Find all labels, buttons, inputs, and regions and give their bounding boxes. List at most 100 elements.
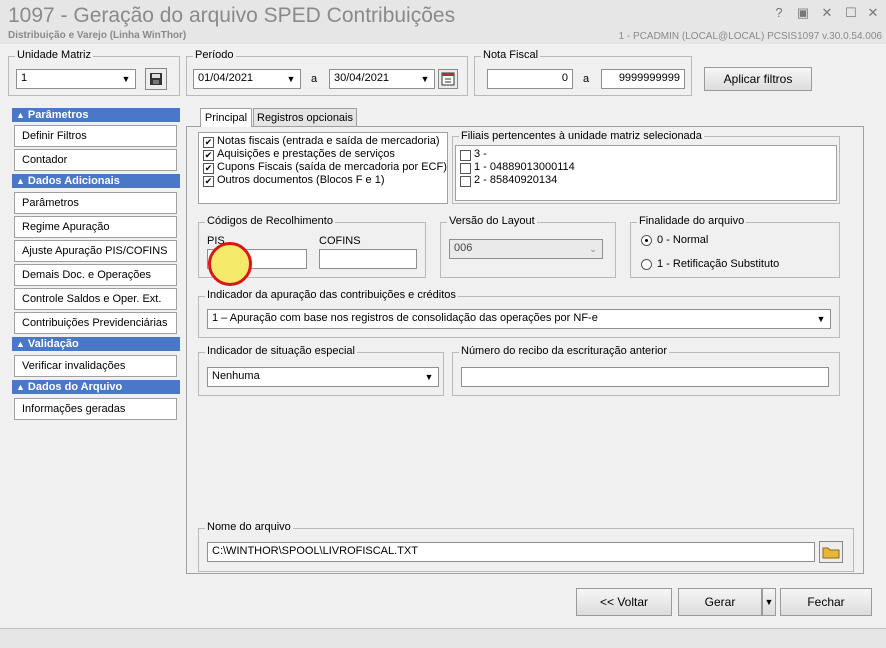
collapse-icon: ▲ — [16, 110, 25, 120]
restore-icon[interactable]: ▣ — [796, 6, 810, 20]
document-types-box: ✔ Notas fiscais (entrada e saída de merc… — [198, 132, 448, 204]
session-info: 1 - PCADMIN (LOCAL@LOCAL) PCSIS1097 v.30… — [618, 31, 882, 42]
versao-value: 006 — [454, 242, 473, 254]
versao-group: Versão do Layout 006 ⌄ — [440, 215, 616, 278]
tab-registros-opcionais[interactable]: Registros opcionais — [253, 108, 357, 128]
recibo-group: Número do recibo da escrituração anterio… — [452, 345, 840, 396]
checkbox-cupons-fiscais[interactable]: ✔ — [203, 163, 214, 174]
versao-label: Versão do Layout — [447, 215, 537, 227]
collapse-icon: ▲ — [16, 176, 25, 186]
cofins-label: COFINS — [319, 235, 361, 247]
maximize-icon[interactable]: ☐ — [844, 6, 858, 20]
periodo-label: Período — [193, 49, 236, 61]
chevron-down-icon: ▼ — [424, 372, 434, 382]
arquivo-label: Nome do arquivo — [205, 521, 293, 533]
unidade-label: Unidade Matriz — [15, 49, 93, 61]
nota-fiscal-start-field[interactable]: 0 — [487, 69, 573, 89]
checkbox-label: Outros documentos (Blocos F e 1) — [217, 174, 385, 186]
calendar-icon[interactable] — [438, 69, 458, 89]
section-title: Dados Adicionais — [27, 175, 120, 187]
checkbox-aquisicoes[interactable]: ✔ — [203, 150, 214, 161]
indicador-situacao-group: Indicador de situação especial Nenhuma ▼ — [198, 345, 444, 396]
cofins-input[interactable] — [319, 249, 417, 269]
checkbox-filial-1[interactable] — [460, 163, 471, 174]
unidade-group: Unidade Matriz 1 ▼ — [8, 49, 180, 96]
sidebar-item-contador[interactable]: Contador — [14, 149, 177, 171]
indicador-apuracao-select[interactable]: 1 – Apuração com base nos registros de c… — [207, 309, 831, 329]
indicador-apuracao-value: 1 – Apuração com base nos registros de c… — [212, 312, 598, 324]
codigos-label: Códigos de Recolhimento — [205, 215, 335, 227]
section-title: Validação — [27, 338, 79, 350]
checkbox-label: Cupons Fiscais (saída de mercadoria por … — [217, 161, 447, 173]
apply-filters-button[interactable]: Aplicar filtros — [704, 67, 812, 91]
radio-label: 1 - Retificação Substituto — [657, 258, 780, 270]
radio-retificacao[interactable] — [641, 259, 652, 270]
periodo-start-value: 01/04/2021 — [198, 72, 254, 84]
finalidade-group: Finalidade do arquivo 0 - Normal 1 - Ret… — [630, 215, 840, 278]
gerar-button[interactable]: Gerar — [678, 588, 762, 616]
checkbox-outros-documentos[interactable]: ✔ — [203, 176, 214, 187]
sidebar-item-parametros[interactable]: Parâmetros — [14, 192, 177, 214]
indicador-situacao-value: Nenhuma — [212, 370, 260, 382]
chevron-down-icon: ▼ — [420, 74, 430, 84]
indicador-situacao-label: Indicador de situação especial — [205, 345, 357, 357]
unidade-value: 1 — [21, 72, 28, 84]
checkbox-label: Notas fiscais (entrada e saída de mercad… — [217, 135, 440, 147]
checkbox-filial-3[interactable] — [460, 150, 471, 161]
folder-icon[interactable] — [819, 541, 843, 563]
filiais-list: 3 - 1 - 04889013000114 2 - 85840920134 — [455, 145, 837, 201]
checkbox-notas-fiscais[interactable]: ✔ — [203, 137, 214, 148]
sidebar-item-regime-apuracao[interactable]: Regime Apuração — [14, 216, 177, 238]
status-bar — [0, 628, 886, 648]
sidebar-item-ajuste-apuracao[interactable]: Ajuste Apuração PIS/COFINS — [14, 240, 177, 262]
periodo-group: Período 01/04/2021 ▼ a 30/04/2021 ▼ — [186, 49, 468, 96]
sidebar-item-demais-doc[interactable]: Demais Doc. e Operações — [14, 264, 177, 286]
periodo-end-value: 30/04/2021 — [334, 72, 390, 84]
versao-select[interactable]: 006 ⌄ — [449, 239, 603, 259]
close-alt-icon[interactable]: ✕ — [820, 6, 834, 20]
list-item: 3 - — [474, 148, 487, 160]
chevron-down-icon: ▼ — [286, 74, 296, 84]
periodo-start-field[interactable]: 01/04/2021 ▼ — [193, 69, 301, 89]
sidebar-section-dados-do-arquivo[interactable]: ▲ Dados do Arquivo — [12, 380, 180, 394]
sidebar-item-contribuicoes-previdenciarias[interactable]: Contribuições Previdenciárias — [14, 312, 177, 334]
collapse-icon: ▲ — [16, 382, 25, 392]
arquivo-group: Nome do arquivo C:\WINTHOR\SPOOL\LIVROFI… — [198, 521, 854, 572]
chevron-down-icon: ⌄ — [589, 244, 597, 254]
sidebar-section-dados-adicionais[interactable]: ▲ Dados Adicionais — [12, 174, 180, 188]
sidebar-item-definir-filtros[interactable]: Definir Filtros — [14, 125, 177, 147]
section-title: Dados do Arquivo — [27, 381, 123, 393]
tab-principal[interactable]: Principal — [200, 108, 252, 127]
sidebar-item-verificar-invalidacoes[interactable]: Verificar invalidações — [14, 355, 177, 377]
radio-label: 0 - Normal — [657, 234, 709, 246]
checkbox-filial-2[interactable] — [460, 176, 471, 187]
close-icon[interactable]: ✕ — [866, 6, 880, 20]
nota-fiscal-end-field[interactable]: 9999999999 — [601, 69, 685, 89]
window-title: 1097 - Geração do arquivo SPED Contribui… — [8, 4, 456, 27]
periodo-end-field[interactable]: 30/04/2021 ▼ — [329, 69, 435, 89]
nota-fiscal-group: Nota Fiscal 0 a 9999999999 — [474, 49, 692, 96]
title-bar: 1097 - Geração do arquivo SPED Contribui… — [0, 0, 886, 44]
help-icon[interactable]: ? — [772, 6, 786, 20]
sidebar-item-informacoes-geradas[interactable]: Informações geradas — [14, 398, 177, 420]
list-item: 1 - 04889013000114 — [474, 161, 575, 173]
radio-normal[interactable] — [641, 235, 652, 246]
fechar-button[interactable]: Fechar — [780, 588, 872, 616]
sidebar-item-controle-saldos[interactable]: Controle Saldos e Oper. Ext. — [14, 288, 177, 310]
sidebar-section-validacao[interactable]: ▲ Validação — [12, 337, 180, 351]
filiais-group: Filiais pertencentes à unidade matriz se… — [452, 130, 840, 204]
recibo-input[interactable] — [461, 367, 829, 387]
section-title: Parâmetros — [27, 109, 89, 121]
periodo-separator: a — [311, 73, 318, 85]
collapse-icon: ▲ — [16, 339, 25, 349]
indicador-situacao-select[interactable]: Nenhuma ▼ — [207, 367, 439, 387]
sidebar-section-parametros[interactable]: ▲ Parâmetros — [12, 108, 180, 122]
nota-fiscal-label: Nota Fiscal — [481, 49, 541, 61]
voltar-button[interactable]: << Voltar — [576, 588, 672, 616]
save-icon[interactable] — [145, 68, 167, 90]
list-item: 2 - 85840920134 — [474, 174, 558, 186]
gerar-dropdown-icon[interactable]: ▼ — [762, 588, 776, 616]
arquivo-input[interactable]: C:\WINTHOR\SPOOL\LIVROFISCAL.TXT — [207, 542, 815, 562]
recibo-label: Número do recibo da escrituração anterio… — [459, 345, 670, 357]
unidade-select[interactable]: 1 ▼ — [16, 69, 136, 89]
